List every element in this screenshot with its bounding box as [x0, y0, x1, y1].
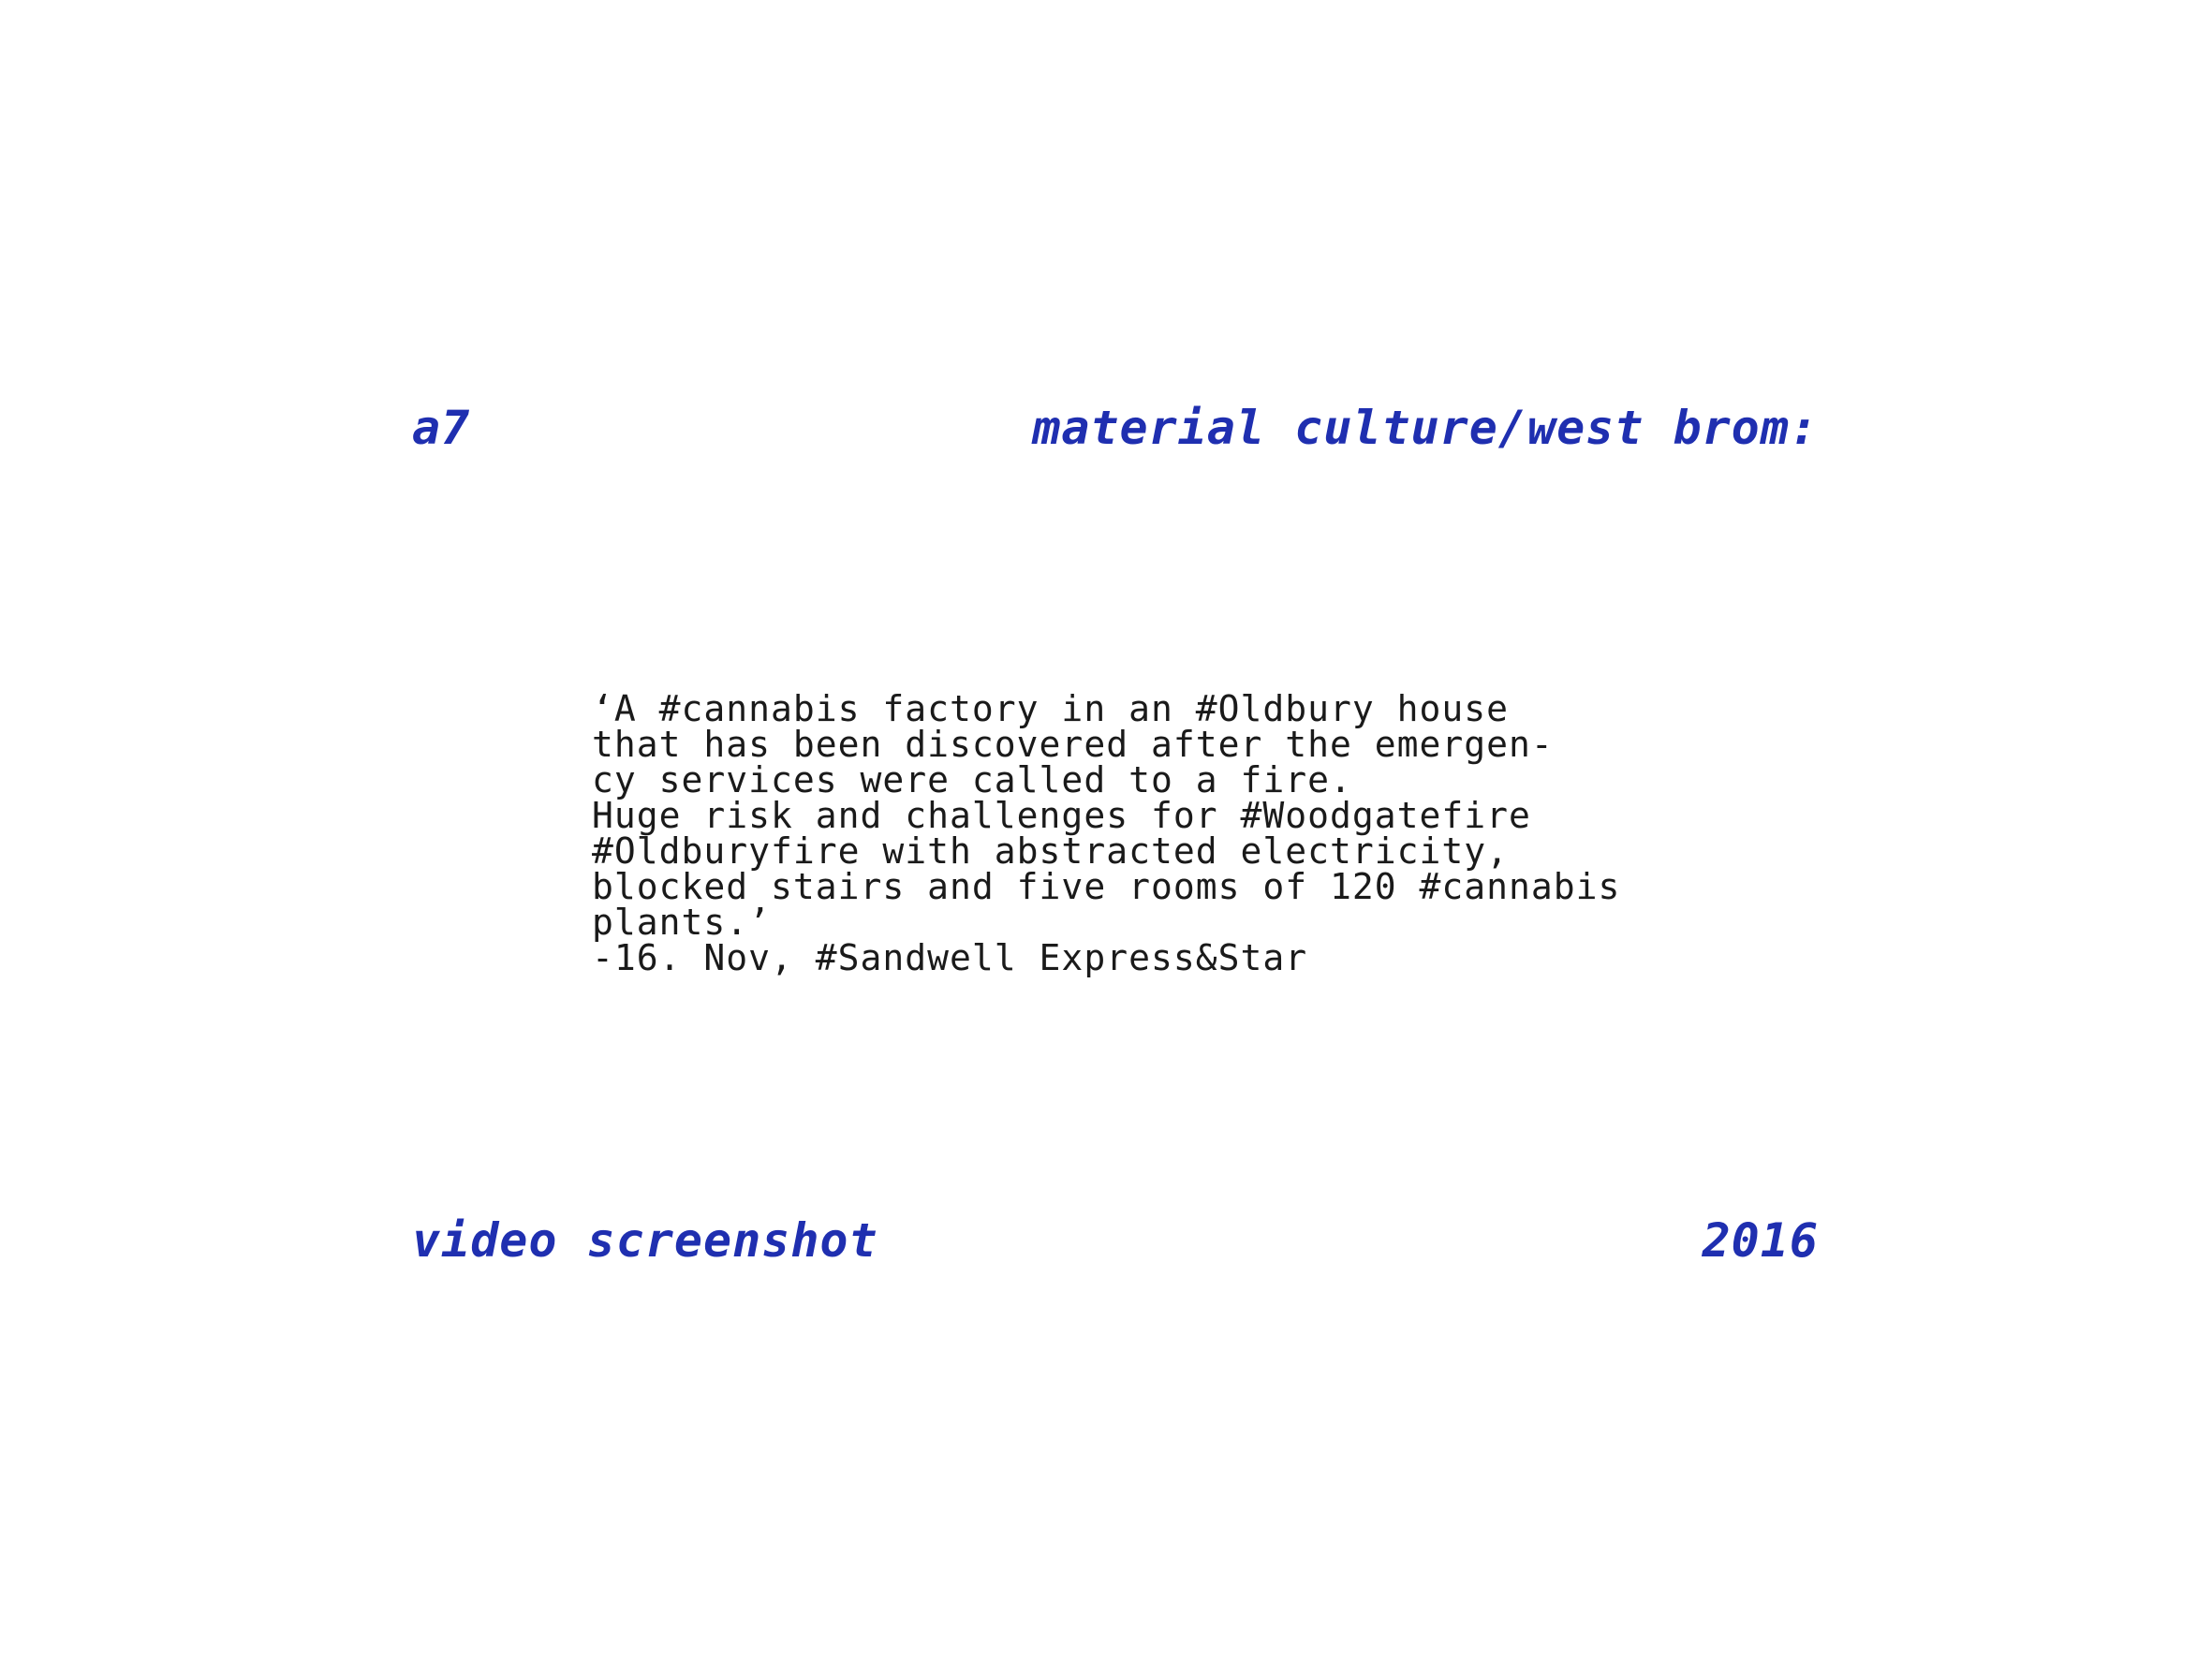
- medium-label: video screenshot: [412, 1213, 878, 1268]
- quote-line: cy services were called to a fire.: [592, 759, 1352, 800]
- quote-line: #Oldburyfire with abstracted electricity…: [592, 830, 1509, 872]
- quote-line: blocked stairs and five rooms of 120 #ca…: [592, 866, 1621, 907]
- quote-line: ‘A #cannabis factory in an #Oldbury hous…: [592, 688, 1509, 729]
- year-label: 2016: [1702, 1213, 1819, 1268]
- quote-block: ‘A #cannabis factory in an #Oldbury hous…: [592, 691, 1659, 976]
- page: a7 material culture/west brom: ‘A #canna…: [0, 0, 2212, 1659]
- quote-line: that has been discovered after the emerg…: [592, 724, 1554, 765]
- quote-line: Huge risk and challenges for #Woodgatefi…: [592, 795, 1531, 836]
- quote-source: -16. Nov, #Sandwell Express&Star: [592, 937, 1308, 978]
- quote-line: plants.’: [592, 902, 772, 943]
- page-title: material culture/west brom:: [1032, 401, 1819, 455]
- item-code: a7: [412, 401, 471, 455]
